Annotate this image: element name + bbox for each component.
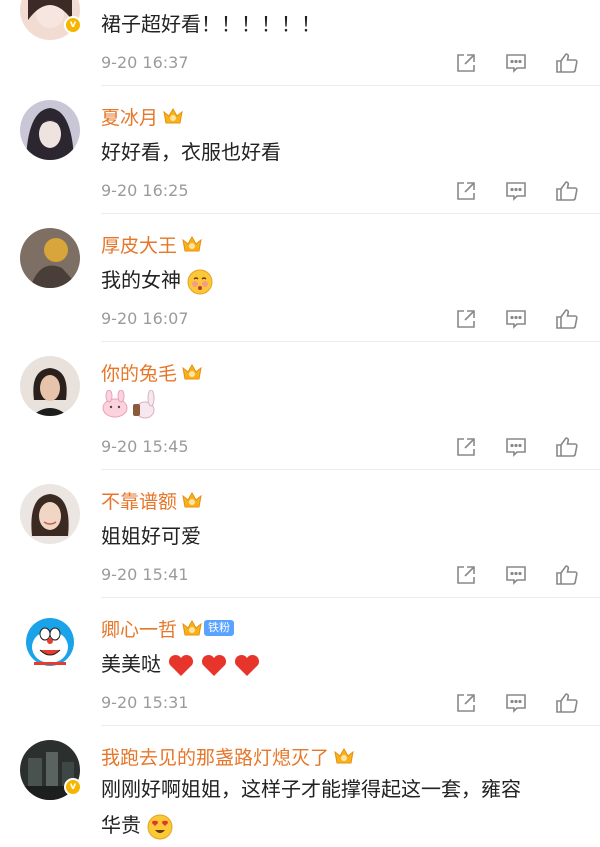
comment-text: 美美哒	[101, 648, 263, 679]
comment-icon	[506, 694, 526, 713]
verified-badge-icon: v	[64, 778, 82, 796]
crown-badge-icon	[182, 491, 202, 508]
comment-actions	[455, 562, 600, 588]
blush-kiss-emoji	[187, 269, 213, 294]
username-row: 夏冰月	[101, 103, 184, 130]
like-button[interactable]	[555, 306, 600, 332]
comment-actions	[455, 178, 600, 204]
crown-badge-icon	[163, 107, 183, 124]
fan-tag-badge: 铁粉	[204, 620, 235, 636]
avatar[interactable]	[20, 228, 80, 288]
avatar[interactable]	[20, 612, 80, 672]
comment-feed: v 裙子超好看！！！！！！ 9-20 16:37 夏冰月 好好看，衣服也好看 9…	[0, 0, 600, 847]
like-button[interactable]	[555, 50, 600, 76]
comment-actions	[455, 50, 600, 76]
comment-item: 厚皮大王 我的女神 9-20 16:07	[0, 214, 600, 342]
comment-button[interactable]	[505, 306, 555, 332]
comment-text-content: 我的女神	[101, 268, 181, 292]
like-button[interactable]	[555, 434, 600, 460]
like-icon	[556, 437, 578, 457]
comment-button[interactable]	[505, 50, 555, 76]
crown-badge-icon	[334, 747, 354, 764]
heart-eyes-emoji	[147, 814, 173, 839]
avatar[interactable]	[20, 356, 80, 416]
comment-text-content: 华贵	[101, 813, 141, 837]
like-icon	[556, 53, 578, 73]
username-row: 不靠谱额	[101, 487, 203, 514]
comment-icon	[506, 182, 526, 201]
share-button[interactable]	[455, 434, 505, 460]
share-button[interactable]	[455, 690, 505, 716]
share-icon	[457, 566, 475, 584]
username[interactable]: 我跑去见的那盏路灯熄灭了	[101, 743, 329, 770]
comment-text: 裙子超好看！！！！！！	[101, 12, 321, 36]
like-icon	[556, 181, 578, 201]
share-icon	[457, 54, 475, 72]
username[interactable]: 夏冰月	[101, 103, 158, 130]
share-icon	[457, 438, 475, 456]
share-button[interactable]	[455, 562, 505, 588]
comment-time: 9-20 16:37	[101, 53, 189, 72]
comment-item: 夏冰月 好好看，衣服也好看 9-20 16:25	[0, 86, 600, 214]
like-icon	[556, 565, 578, 585]
comment-item: 你的兔毛 9-20 15:45	[0, 342, 600, 470]
comment-text: 姐姐好可爱	[101, 524, 201, 548]
comment-text: 好好看，衣服也好看	[101, 140, 281, 164]
verified-badge-icon: v	[64, 16, 82, 34]
crown-badge-icon	[182, 619, 202, 636]
share-icon	[457, 182, 475, 200]
share-button[interactable]	[455, 306, 505, 332]
comment-button[interactable]	[505, 434, 555, 460]
like-icon	[556, 693, 578, 713]
username-row: 厚皮大王	[101, 231, 203, 258]
comment-icon	[506, 310, 526, 329]
comment-actions	[455, 306, 600, 332]
comment-text-content: 美美哒	[101, 652, 161, 676]
comment-time: 9-20 15:45	[101, 437, 189, 456]
username[interactable]: 不靠谱额	[101, 487, 177, 514]
comment-text-line: 刚刚好啊姐姐，这样子才能撑得起这一套，雍容	[101, 777, 521, 801]
comment-item: v 裙子超好看！！！！！！ 9-20 16:37	[0, 0, 600, 86]
comment-button[interactable]	[505, 562, 555, 588]
avatar[interactable]	[20, 484, 80, 544]
share-button[interactable]	[455, 178, 505, 204]
crown-badge-icon	[182, 235, 202, 252]
comment-item: 卿心一哲 铁粉 美美哒 9-20 15:31	[0, 598, 600, 726]
username[interactable]: 厚皮大王	[101, 231, 177, 258]
comment-item: v 我跑去见的那盏路灯熄灭了 刚刚好啊姐姐，这样子才能撑得起这一套，雍容 华贵	[0, 726, 600, 847]
comment-actions	[455, 434, 600, 460]
comment-text-line-2: 华贵	[101, 807, 571, 843]
like-button[interactable]	[555, 690, 600, 716]
comment-item: 不靠谱额 姐姐好可爱 9-20 15:41	[0, 470, 600, 598]
rabbit-emoji	[102, 390, 155, 419]
comment-text: 我的女神	[101, 264, 213, 295]
comment-actions	[455, 690, 600, 716]
comment-icon	[506, 54, 526, 73]
username[interactable]: 你的兔毛	[101, 359, 177, 386]
comment-time: 9-20 15:31	[101, 693, 189, 712]
like-button[interactable]	[555, 562, 600, 588]
comment-icon	[506, 438, 526, 457]
avatar[interactable]	[20, 100, 80, 160]
comment-time: 9-20 16:07	[101, 309, 189, 328]
crown-badge-icon	[182, 363, 202, 380]
heart-emoji	[169, 654, 260, 676]
username[interactable]: 卿心一哲	[101, 615, 177, 642]
like-icon	[556, 309, 578, 329]
comment-time: 9-20 16:25	[101, 181, 189, 200]
like-button[interactable]	[555, 178, 600, 204]
comment-time: 9-20 15:41	[101, 565, 189, 584]
share-icon	[457, 310, 475, 328]
comment-button[interactable]	[505, 178, 555, 204]
comment-button[interactable]	[505, 690, 555, 716]
comment-icon	[506, 566, 526, 585]
share-button[interactable]	[455, 50, 505, 76]
comment-text	[101, 390, 165, 420]
comment-text: 刚刚好啊姐姐，这样子才能撑得起这一套，雍容 华贵	[101, 771, 571, 843]
username-row: 我跑去见的那盏路灯熄灭了	[101, 743, 355, 770]
username-row: 你的兔毛	[101, 359, 203, 386]
username-row: 卿心一哲 铁粉	[101, 615, 235, 642]
share-icon	[457, 694, 475, 712]
